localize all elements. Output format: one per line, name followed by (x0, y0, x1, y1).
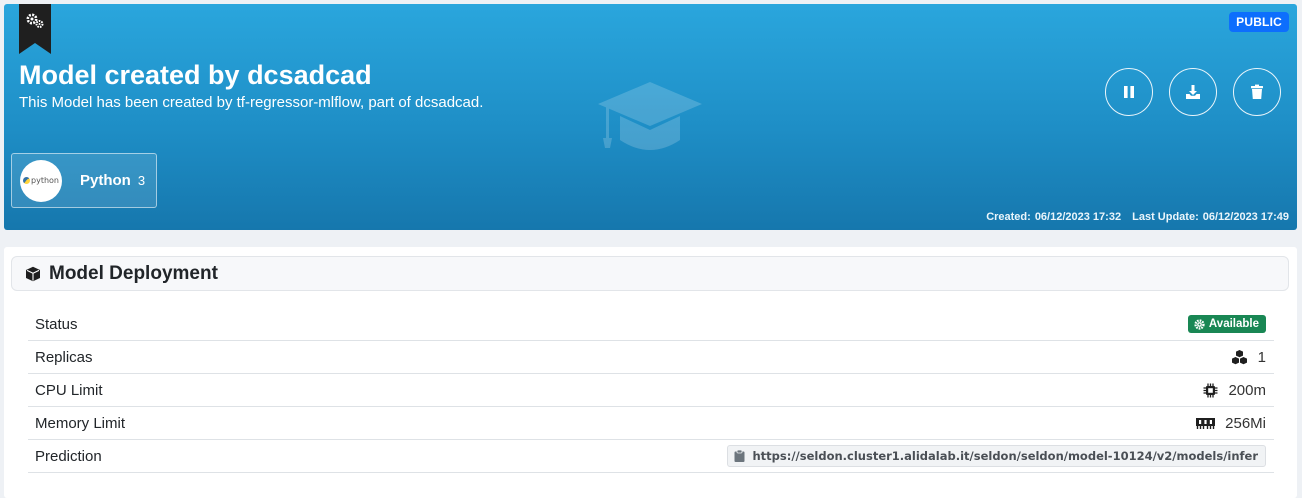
table-row: Status Available (28, 308, 1274, 341)
technology-name: Python (80, 172, 131, 189)
microchip-icon (1203, 383, 1218, 397)
status-label: Status (35, 315, 78, 333)
prediction-url: https://seldon.cluster1.alidalab.it/seld… (752, 449, 1259, 463)
status-badge: Available (1187, 315, 1266, 333)
deployment-title: Model Deployment (49, 262, 218, 284)
download-button[interactable] (1169, 68, 1217, 116)
table-row: Prediction https://seldon.cluster1.alida… (28, 440, 1274, 473)
deployment-table: Status Available Replicas 1 CPU Limit 20… (28, 308, 1274, 473)
table-row: Memory Limit 256Mi (28, 407, 1274, 440)
created-label: Created: (986, 211, 1031, 223)
replicas-label: Replicas (35, 348, 93, 366)
technology-version: 3 (137, 173, 146, 188)
updated-label: Last Update: (1132, 211, 1199, 223)
trash-icon (1251, 84, 1263, 99)
prediction-label: Prediction (35, 447, 102, 465)
model-type-ribbon (19, 4, 51, 54)
cpu-limit-value: 200m (1228, 381, 1266, 399)
memory-limit-label: Memory Limit (35, 414, 126, 432)
technology-card[interactable]: python Python 3 (11, 153, 157, 208)
graduation-cap-icon (598, 82, 702, 150)
created-value: 06/12/2023 17:32 (1034, 211, 1122, 223)
cpu-limit-label: CPU Limit (35, 381, 103, 399)
pause-button[interactable] (1105, 68, 1153, 116)
prediction-url-copy[interactable]: https://seldon.cluster1.alidalab.it/seld… (726, 445, 1266, 467)
page-subtitle: This Model has been created by tf-regres… (19, 94, 484, 111)
cubes-icon (1231, 349, 1247, 364)
pause-icon (1124, 86, 1134, 98)
memory-icon (1196, 417, 1216, 429)
gear-icon (1194, 318, 1205, 330)
table-row: Replicas 1 (28, 341, 1274, 374)
gears-icon (26, 13, 44, 28)
python-logo-icon: python (20, 159, 62, 202)
memory-limit-value: 256Mi (1225, 414, 1266, 432)
download-icon (1186, 85, 1200, 99)
table-row: CPU Limit 200m (28, 374, 1274, 407)
timestamps: Created: 06/12/2023 17:32 Last Update: 06/… (982, 211, 1289, 223)
visibility-badge: PUBLIC (1229, 12, 1289, 32)
deployment-panel-header: Model Deployment (11, 256, 1289, 291)
page-title: Model created by dcsadcad (19, 60, 372, 90)
delete-button[interactable] (1233, 68, 1281, 116)
updated-value: 06/12/2023 17:49 (1202, 211, 1289, 223)
model-header: PUBLIC Model created by dcsadcad This Mo… (4, 4, 1297, 230)
deployment-panel: Model Deployment Status Available Replic… (4, 247, 1297, 498)
clipboard-icon (734, 450, 744, 462)
replicas-value: 1 (1257, 348, 1266, 366)
cube-icon (26, 266, 40, 281)
